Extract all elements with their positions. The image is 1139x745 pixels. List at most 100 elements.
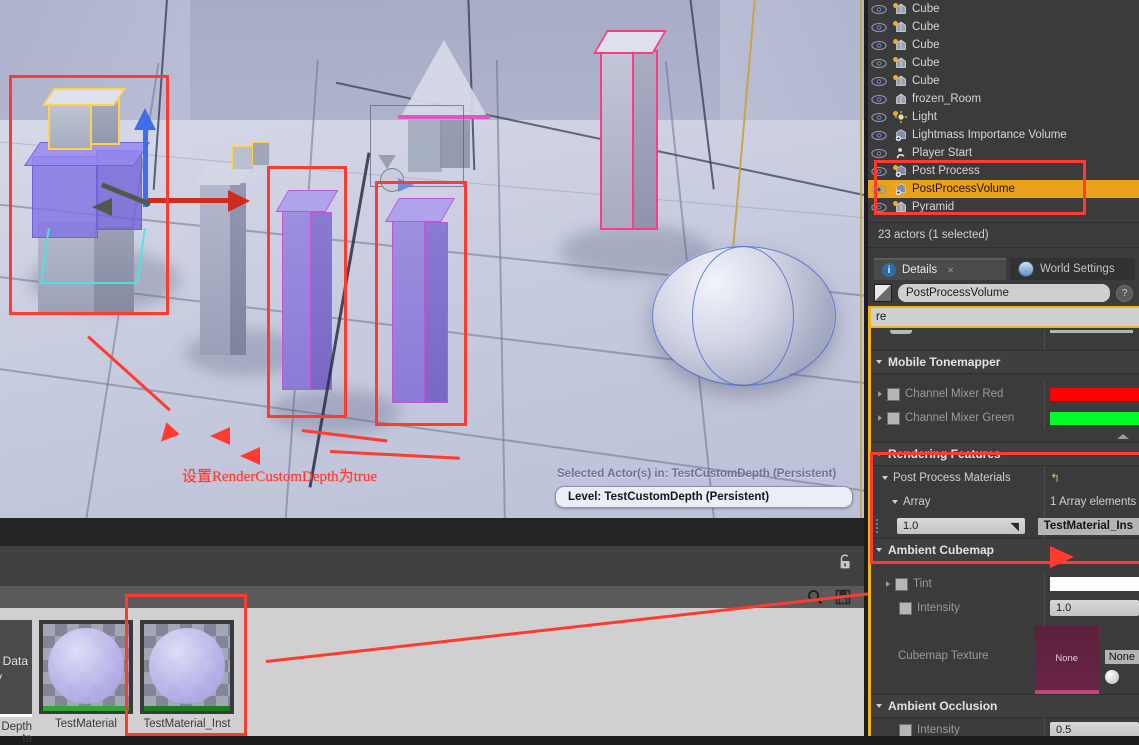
lock-icon[interactable] xyxy=(836,553,854,571)
gizmo-arrow-x[interactable] xyxy=(228,190,250,212)
property-row-channel-mixer-green[interactable]: Channel Mixer Green xyxy=(868,406,1139,430)
property-row-channel-mixer-red[interactable]: Channel Mixer Red xyxy=(868,382,1139,406)
asset-picker-value[interactable]: None xyxy=(1104,650,1139,664)
visibility-eye-icon[interactable] xyxy=(868,148,890,159)
tab-world-settings-label: World Settings xyxy=(1040,263,1115,275)
outliner-row-cube[interactable]: Cube xyxy=(868,36,1139,54)
outliner-status-bar: 23 actors (1 selected) xyxy=(868,222,1139,248)
visibility-eye-icon[interactable] xyxy=(868,58,890,69)
outliner-row-label: Player Start xyxy=(912,147,973,159)
checkbox[interactable] xyxy=(899,601,912,615)
details-tab-strip[interactable]: i Details × World Settings xyxy=(868,258,1139,280)
chevron-right-icon[interactable] xyxy=(878,415,882,421)
browse-icon[interactable] xyxy=(1104,670,1119,684)
asset-tile-test-material[interactable]: TestMaterial xyxy=(39,620,133,730)
visibility-eye-icon[interactable] xyxy=(868,4,890,15)
color-swatch-red[interactable] xyxy=(1050,387,1139,401)
property-label: Intensity xyxy=(917,602,960,614)
mesh-icon xyxy=(890,74,912,88)
close-icon[interactable]: × xyxy=(947,263,954,277)
annotation-rect-selected-object xyxy=(9,75,169,315)
annotation-rect-asset-selected xyxy=(125,594,247,736)
asset-tile-partial[interactable]: Data y Depth ta xyxy=(0,620,32,745)
property-row-tint[interactable]: Tint xyxy=(868,572,1139,596)
color-swatch-green[interactable] xyxy=(1050,411,1139,425)
section-header-mobile-tonemapper[interactable]: Mobile Tonemapper xyxy=(868,350,1139,374)
outliner-row-label: Cube xyxy=(912,3,940,15)
tab-details-label: Details xyxy=(902,264,938,276)
details-search-input[interactable]: re xyxy=(868,306,1139,328)
visibility-eye-icon[interactable] xyxy=(868,40,890,51)
outliner-row-cube[interactable]: Cube xyxy=(868,54,1139,72)
mesh-icon xyxy=(890,92,912,106)
content-browser[interactable]: Data y Depth ta TestMaterial xyxy=(0,518,1062,745)
level-status-pill[interactable]: Level: TestCustomDepth (Persistent) xyxy=(555,486,853,508)
property-label: Intensity xyxy=(917,724,960,736)
visibility-eye-icon[interactable] xyxy=(868,22,890,33)
annotation-rect-post-process-materials xyxy=(870,452,1139,564)
outliner-row-light[interactable]: Light xyxy=(868,108,1139,126)
outliner-row-cube[interactable]: Cube xyxy=(868,18,1139,36)
level-viewport[interactable]: 设置RenderCustomDepth为true Selected Actor(… xyxy=(0,0,864,518)
intensity-field[interactable]: 1.0 xyxy=(1050,600,1139,616)
material-sphere-preview xyxy=(48,628,124,704)
ao-intensity-field[interactable]: 0.5 xyxy=(1050,722,1139,736)
asset-label: TestMaterial xyxy=(55,718,117,730)
tab-world-settings[interactable]: World Settings xyxy=(1010,258,1135,280)
asset-type-bar xyxy=(43,706,129,711)
outliner-row-label: Cube xyxy=(912,57,940,69)
outliner-row-label: Cube xyxy=(912,21,940,33)
property-row-ao-intensity[interactable]: Intensity 0.5 xyxy=(868,718,1139,736)
visibility-eye-icon[interactable] xyxy=(868,76,890,87)
content-browser-toolbar[interactable] xyxy=(0,546,864,586)
volume-icon xyxy=(890,128,912,142)
scene-cube-distant xyxy=(232,140,270,170)
modified-dot-icon xyxy=(893,39,898,44)
player-start-icon xyxy=(890,146,912,160)
visibility-eye-icon[interactable] xyxy=(868,94,890,105)
checkbox[interactable] xyxy=(899,723,912,736)
tab-details[interactable]: i Details × xyxy=(874,258,1006,280)
chevron-right-icon[interactable] xyxy=(878,391,882,397)
viewport-3d-scene: 设置RenderCustomDepth为true Selected Actor(… xyxy=(0,0,864,518)
visibility-eye-icon[interactable] xyxy=(868,130,890,141)
modified-dot-icon xyxy=(893,75,898,80)
selected-actor-label: Selected Actor(s) in: TestCustomDepth (P… xyxy=(557,468,837,480)
property-label: Channel Mixer Green xyxy=(905,412,1015,424)
info-icon: i xyxy=(882,263,896,277)
chevron-right-icon[interactable] xyxy=(886,581,890,587)
asset-thumbnail[interactable] xyxy=(39,620,133,714)
section-title: Ambient Occlusion xyxy=(888,699,998,713)
scene-sphere-ring xyxy=(692,246,794,386)
viewport-border-highlight xyxy=(860,0,862,518)
help-icon[interactable]: ? xyxy=(1116,284,1133,302)
property-row-cubemap-texture[interactable]: Cubemap Texture None None xyxy=(868,620,1139,694)
mesh-icon xyxy=(890,56,912,70)
outliner-row-frozen-room[interactable]: frozen_Room xyxy=(868,90,1139,108)
visibility-eye-icon[interactable] xyxy=(868,112,890,123)
outliner-row-lightmass-importance-volume[interactable]: Lightmass Importance Volume xyxy=(868,126,1139,144)
right-panel[interactable]: Cube Cube Cube Cube Cube frozen_Room Light Ligh… xyxy=(868,0,1139,736)
property-row-intensity[interactable]: Intensity 1.0 xyxy=(868,596,1139,620)
asset-partial-label2: ta xyxy=(22,733,32,745)
partial-row-top xyxy=(868,330,1139,350)
color-swatch-white[interactable] xyxy=(1050,577,1139,591)
outliner-row-cube[interactable]: Cube xyxy=(868,0,1139,18)
annotation-arrow-head xyxy=(240,447,260,465)
section-header-ambient-occlusion[interactable]: Ambient Occlusion xyxy=(868,694,1139,718)
asset-partial-line2: y xyxy=(0,670,2,684)
modified-dot-icon xyxy=(893,21,898,26)
property-label: Tint xyxy=(913,578,932,590)
details-object-row[interactable]: PostProcessVolume ? xyxy=(868,280,1139,306)
checkbox[interactable] xyxy=(887,411,900,425)
globe-icon xyxy=(1018,261,1034,277)
section-collapse-handle[interactable] xyxy=(868,430,1139,442)
checkbox[interactable] xyxy=(895,577,908,591)
annotation-rect-pillar-2 xyxy=(375,181,467,426)
checkbox[interactable] xyxy=(887,387,900,401)
outliner-row-cube[interactable]: Cube xyxy=(868,72,1139,90)
annotation-rect-outliner-selection xyxy=(874,160,1086,215)
object-name-field[interactable]: PostProcessVolume xyxy=(898,284,1110,302)
cubemap-thumbnail[interactable]: None xyxy=(1034,626,1099,694)
actor-thumbnail-icon xyxy=(874,284,892,302)
